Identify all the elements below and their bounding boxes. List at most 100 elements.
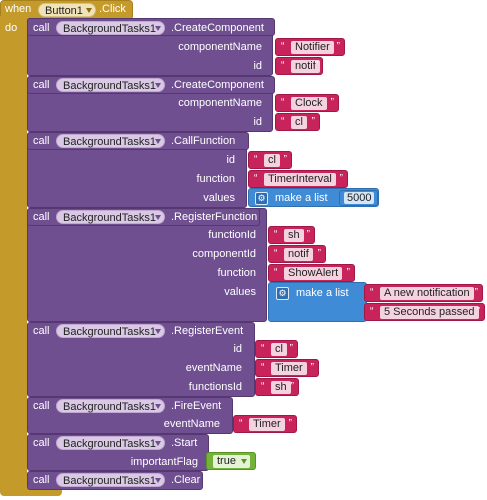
quote-open-icon: “ [281,97,285,108]
method-name: .Clear [171,474,201,486]
quote-open-icon: “ [274,248,278,259]
method-name: .FireEvent [171,400,222,412]
text-value[interactable]: cl [264,154,280,167]
method-name: .CallFunction [171,135,236,147]
number-block[interactable]: 5000 [339,190,378,206]
event-block-do-column [0,16,27,492]
number-value[interactable]: 5000 [344,192,375,204]
text-block[interactable]: “ cl ” [248,151,292,169]
component-dropdown[interactable]: BackgroundTasks1 [56,399,165,413]
call-label: call [33,211,50,223]
param-label: values [224,286,256,298]
text-block[interactable]: “ sh ” [268,226,315,244]
text-block[interactable]: “ Timer ” [255,359,319,377]
text-value[interactable]: Timer [249,418,285,431]
text-value[interactable]: sh [284,229,304,242]
param-label: functionId [208,229,256,241]
quote-open-icon: “ [261,381,265,392]
chevron-down-icon [155,404,161,409]
text-block[interactable]: “ sh ” [255,378,299,396]
component-dropdown[interactable]: BackgroundTasks1 [56,324,165,338]
text-value[interactable]: sh [271,381,291,394]
quote-open-icon: “ [370,287,374,298]
when-label: when [5,3,32,15]
chevron-down-icon [155,83,161,88]
component-name: BackgroundTasks1 [63,80,156,92]
param-label: id [253,60,262,72]
call-label: call [33,325,50,337]
text-block[interactable]: “ Timer ” [233,415,297,433]
param-label: eventName [163,418,220,430]
chevron-down-icon [155,139,161,144]
quote-close-icon: ” [283,154,287,165]
quote-open-icon: “ [274,229,278,240]
param-label: values [203,192,235,204]
component-name: BackgroundTasks1 [63,401,156,413]
text-value[interactable]: 5 Seconds passed [380,306,479,319]
component-dropdown[interactable]: BackgroundTasks1 [56,134,165,148]
text-block[interactable]: “ ShowAlert ” [268,264,355,282]
quote-close-icon: ” [288,418,292,429]
text-value[interactable]: Timer [271,362,307,375]
text-block[interactable]: “ Clock ” [275,94,339,112]
param-label: function [217,267,256,279]
method-name: .Start [171,437,198,449]
make-a-list-block[interactable]: ⚙ make a list [268,282,367,322]
quote-close-icon: ” [336,41,340,52]
text-block[interactable]: “ cl ” [275,113,320,131]
quote-close-icon: ” [346,267,350,278]
component-dropdown[interactable]: BackgroundTasks1 [56,473,165,487]
gear-icon[interactable]: ⚙ [255,192,268,205]
text-value[interactable]: ShowAlert [284,267,343,280]
do-label: do [5,22,18,34]
text-value[interactable]: A new notification [380,287,474,300]
component-dropdown[interactable]: BackgroundTasks1 [56,78,165,92]
text-block[interactable]: “ 5 Seconds passed ” [364,303,485,321]
text-value[interactable]: cl [271,343,287,356]
chevron-down-icon [155,441,161,446]
component-dropdown[interactable]: BackgroundTasks1 [56,210,165,224]
method-name: .CreateComponent [171,22,264,34]
text-value[interactable]: Notifier [291,41,334,54]
component-dropdown[interactable]: BackgroundTasks1 [56,436,165,450]
boolean-block[interactable]: true [206,452,256,470]
component-dropdown[interactable]: BackgroundTasks1 [56,21,165,35]
quote-close-icon: ” [306,229,310,240]
quote-close-icon: ” [310,362,314,373]
make-a-list-label: make a list [275,192,328,204]
text-value[interactable]: cl [291,116,307,129]
text-value[interactable]: Clock [291,97,327,110]
param-label: id [233,343,242,355]
text-block[interactable]: “ notif ” [268,245,326,263]
button1-dropdown[interactable]: Button1 [38,3,96,17]
text-block[interactable]: “ Notifier ” [275,38,345,56]
call-label: call [33,474,50,486]
param-label: componentName [178,41,262,53]
chevron-down-icon [155,26,161,31]
param-label: importantFlag [130,456,198,468]
quote-open-icon: “ [370,306,374,317]
text-value[interactable]: notif [284,248,313,261]
call-label: call [33,79,50,91]
quote-open-icon: “ [281,41,285,52]
component-name: BackgroundTasks1 [63,326,156,338]
call-label: call [33,22,50,34]
boolean-dropdown[interactable]: true [213,455,250,468]
call-label: call [33,135,50,147]
text-block[interactable]: “ A new notification ” [364,284,483,302]
param-label: eventName [185,362,242,374]
quote-open-icon: “ [261,343,265,354]
call-label: call [33,400,50,412]
text-block[interactable]: “ TimerInterval ” [248,170,348,188]
text-value[interactable]: TimerInterval [264,173,336,186]
component-name: BackgroundTasks1 [63,136,156,148]
boolean-value: true [217,455,236,467]
gear-icon[interactable]: ⚙ [276,287,289,300]
chevron-down-icon [155,215,161,220]
param-label: componentId [192,248,256,260]
text-block[interactable]: “ notif ” [275,57,323,75]
param-label: componentName [178,97,262,109]
text-block[interactable]: “ cl ” [255,340,298,358]
chevron-down-icon [86,8,92,13]
param-label: functionsId [188,381,242,393]
